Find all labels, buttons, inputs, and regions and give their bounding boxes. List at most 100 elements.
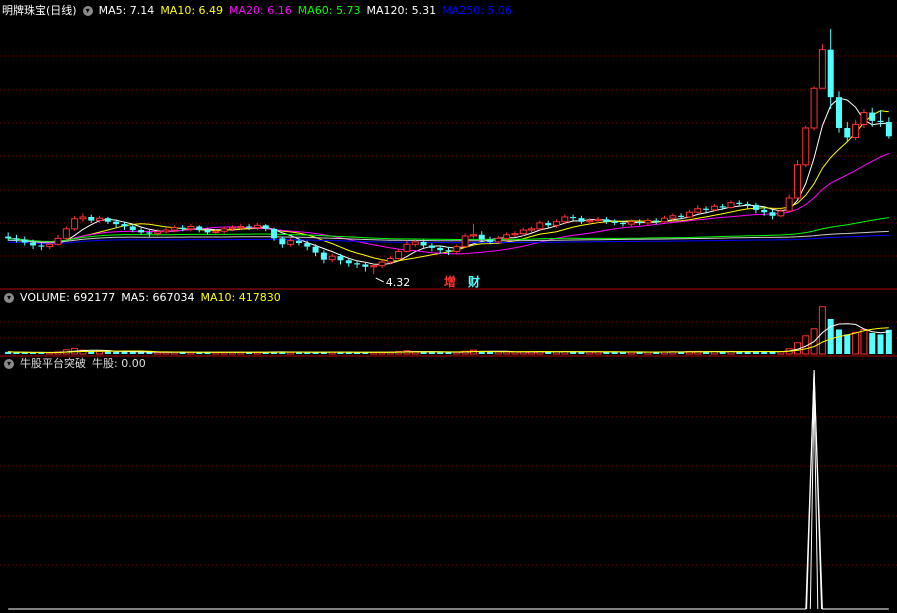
candle-body	[196, 226, 203, 231]
candle-body	[885, 122, 892, 137]
volume-ma10-line	[8, 327, 889, 353]
candle-body	[437, 247, 444, 251]
candle-body	[170, 227, 178, 231]
candle-body	[403, 243, 411, 252]
indicator-value: 牛股: 0.00	[92, 357, 146, 370]
candle-body	[79, 216, 87, 220]
candle-body	[54, 237, 62, 245]
candle-body	[852, 123, 860, 138]
ma20-line	[8, 152, 889, 255]
candle-body	[279, 238, 286, 245]
candle-body	[129, 226, 136, 231]
candle-body	[785, 197, 793, 212]
tag-cai[interactable]: 财	[468, 273, 480, 290]
candle-body	[736, 202, 743, 204]
candle-body	[262, 225, 269, 229]
volume-bar	[129, 352, 136, 354]
candle-body	[586, 220, 594, 223]
candle-body	[694, 208, 702, 213]
candle-body	[636, 221, 643, 223]
candle-body	[212, 230, 220, 233]
candle-body	[328, 255, 336, 261]
candle-body	[703, 208, 710, 210]
candle-body	[138, 230, 145, 233]
volume-pane-toggle-icon[interactable]: ▾	[4, 293, 14, 303]
candle-body	[395, 250, 403, 260]
candle-body	[30, 242, 37, 246]
volume-bar	[836, 329, 842, 354]
candle-body	[877, 120, 884, 123]
ma10-line	[8, 110, 889, 262]
candle-body	[88, 216, 95, 221]
volume-bar	[437, 352, 444, 354]
ma20-label: MA20: 6.16	[229, 4, 292, 17]
main-pane-toggle-icon[interactable]: ▾	[82, 6, 93, 16]
candle-body	[844, 127, 851, 138]
candle-body	[570, 216, 577, 219]
candle-body	[428, 245, 435, 248]
volume-bar	[104, 351, 111, 354]
volume-bar	[877, 334, 884, 354]
ma250-label: MA250: 5.06	[442, 4, 512, 17]
volume-bar	[827, 319, 834, 354]
volume-label: VOLUME: 692177	[20, 291, 116, 304]
candle-body	[669, 215, 677, 219]
ma5-label: MA5: 7.14	[98, 4, 155, 17]
volume-bar	[503, 351, 511, 355]
candle-body	[362, 264, 369, 267]
candle-body	[304, 243, 311, 247]
candle-body	[378, 261, 386, 267]
ma60-label: MA60: 5.73	[297, 4, 361, 17]
candle-body	[386, 258, 394, 263]
volume-bar	[138, 352, 145, 354]
ma120-line	[8, 230, 889, 243]
candle-body	[187, 225, 195, 230]
candle-body	[179, 227, 186, 229]
candle-body	[478, 234, 485, 240]
candle-body	[295, 240, 302, 244]
candle-body	[827, 49, 834, 98]
candle-body	[611, 221, 618, 223]
volume-ma5-label: MA5: 667034	[121, 291, 195, 304]
candle-body	[13, 238, 20, 240]
volume-bar	[113, 351, 120, 354]
candle-body	[685, 211, 693, 218]
candle-body	[271, 228, 278, 239]
candle-body	[354, 263, 361, 265]
candle-body	[810, 87, 818, 129]
candle-body	[777, 210, 785, 217]
candle-body	[71, 218, 79, 230]
candle-body	[528, 228, 536, 231]
candle-body	[536, 222, 544, 230]
candle-body	[653, 220, 660, 222]
candle-body	[769, 212, 776, 216]
candle-body	[802, 127, 810, 166]
volume-bar	[30, 352, 37, 354]
low-marker-arrow	[375, 277, 384, 283]
volume-bar	[860, 329, 868, 355]
tag-zeng[interactable]: 增	[444, 273, 456, 290]
candle-body	[678, 215, 685, 217]
indicator-line	[8, 369, 889, 610]
candle-body	[594, 218, 602, 222]
candle-body	[503, 234, 511, 239]
candle-body	[752, 205, 759, 210]
volume-bar	[869, 333, 876, 354]
candle-body	[154, 231, 162, 235]
candle-body	[113, 221, 120, 225]
candle-body	[553, 221, 561, 226]
candle-body	[104, 218, 111, 222]
stock-title: 明牌珠宝(日线)	[2, 4, 77, 17]
candle-body	[860, 112, 868, 125]
volume-bar	[146, 352, 153, 354]
indicator-pane-toggle-icon[interactable]: ▾	[4, 359, 14, 369]
candle-body	[345, 260, 352, 264]
candle-body	[228, 227, 236, 230]
kline-chart: 4.32	[0, 28, 897, 610]
volume-ma10-label: MA10: 417830	[200, 291, 281, 304]
candle-body	[511, 233, 519, 236]
volume-bar	[295, 352, 302, 354]
candle-body	[469, 234, 477, 237]
candle-body	[793, 164, 801, 199]
candle-body	[719, 206, 726, 208]
